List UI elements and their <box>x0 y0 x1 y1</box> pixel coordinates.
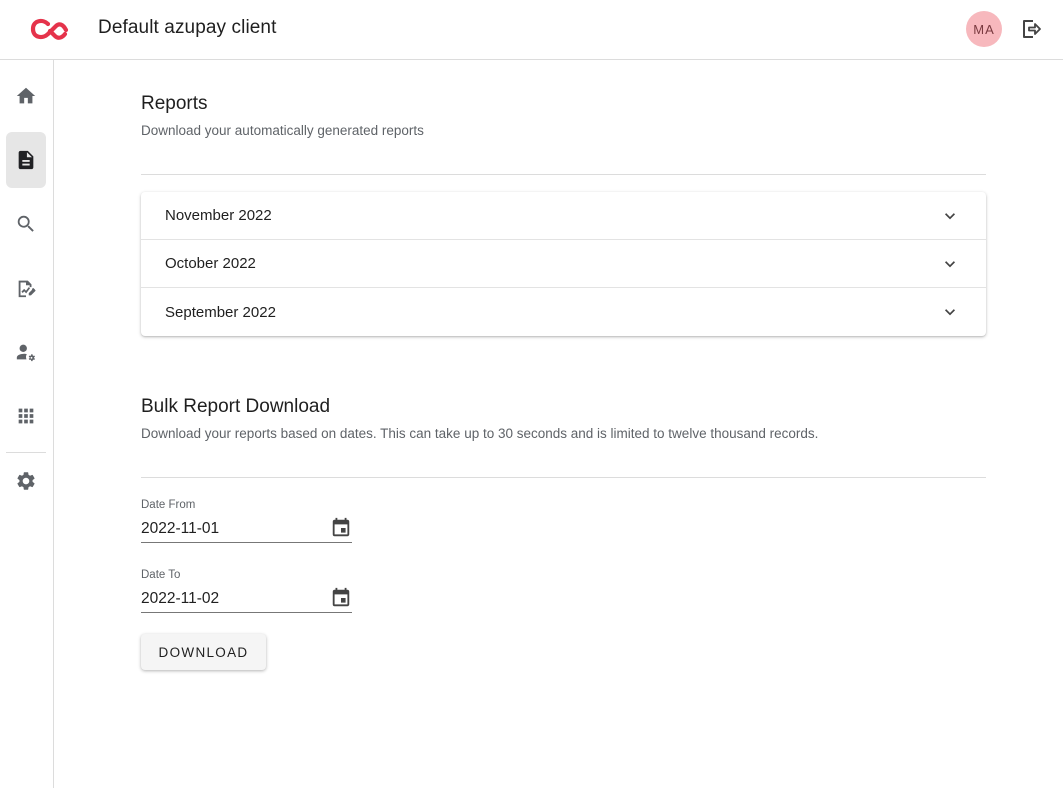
sidebar-item-search[interactable] <box>6 196 46 252</box>
home-icon <box>16 87 36 104</box>
sidebar-item-home[interactable] <box>6 68 46 124</box>
search-icon <box>17 215 34 232</box>
chevron-down-icon[interactable] <box>940 206 960 226</box>
bulk-download-subtitle: Download your reports based on dates. Th… <box>141 426 819 441</box>
sidebar-item-reports[interactable] <box>6 132 46 188</box>
avatar[interactable]: MA <box>966 11 1002 47</box>
logout-icon[interactable] <box>1018 16 1044 42</box>
calendar-icon[interactable] <box>330 517 352 539</box>
date-from-label: Date From <box>141 499 196 511</box>
reports-accordion: November 2022 October 2022 September 202… <box>141 192 986 336</box>
reports-subtitle: Download your automatically generated re… <box>141 123 424 138</box>
bulk-divider <box>141 477 986 478</box>
top-bar: Default azupay client MA <box>0 0 1063 60</box>
gear-icon <box>17 472 35 490</box>
date-to-input[interactable] <box>141 585 352 613</box>
azupay-logo-icon[interactable] <box>28 14 70 44</box>
reports-divider <box>141 174 986 175</box>
document-icon <box>18 150 34 170</box>
accordion-item-label: November 2022 <box>165 207 272 224</box>
download-button[interactable]: DOWNLOAD <box>141 634 266 670</box>
accordion-item-label: October 2022 <box>165 255 256 272</box>
date-to-field: Date To <box>141 569 352 625</box>
accordion-item-november-2022[interactable]: November 2022 <box>141 192 986 240</box>
chevron-down-icon[interactable] <box>940 302 960 322</box>
accordion-item-october-2022[interactable]: October 2022 <box>141 240 986 288</box>
accordion-item-label: September 2022 <box>165 303 276 321</box>
accordion-item-september-2022[interactable]: September 2022 <box>141 288 986 336</box>
date-from-input[interactable] <box>141 515 352 543</box>
sidebar-item-apps[interactable] <box>6 388 46 444</box>
sidebar <box>0 60 54 788</box>
sidebar-item-settings[interactable] <box>6 453 46 509</box>
app-title: Default azupay client <box>98 17 277 38</box>
date-to-label: Date To <box>141 569 181 581</box>
bulk-download-title: Bulk Report Download <box>141 396 331 417</box>
chevron-down-icon[interactable] <box>940 254 960 274</box>
date-from-field: Date From <box>141 499 352 555</box>
chart-edit-icon <box>18 280 36 298</box>
sidebar-item-analytics[interactable] <box>6 260 46 316</box>
user-settings-icon <box>16 344 35 362</box>
apps-grid-icon <box>18 408 34 424</box>
reports-title: Reports <box>141 93 208 114</box>
sidebar-item-users[interactable] <box>6 324 46 380</box>
calendar-icon[interactable] <box>330 587 352 609</box>
